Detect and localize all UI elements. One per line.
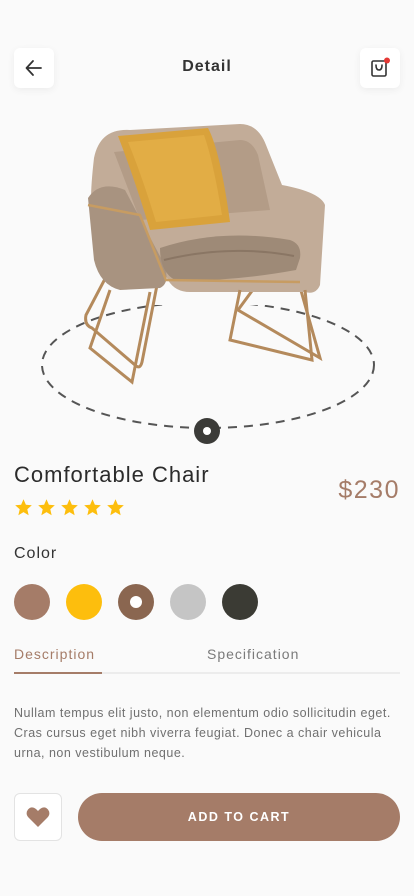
product-description: Nullam tempus elit justo, non elementum … — [14, 706, 391, 760]
top-bar: Detail — [0, 48, 414, 88]
color-swatches — [14, 584, 258, 620]
tab-description[interactable]: Description — [14, 646, 102, 674]
color-label: Color — [14, 545, 58, 562]
favorite-button[interactable] — [14, 793, 62, 841]
color-swatch[interactable] — [14, 584, 50, 620]
color-swatch[interactable] — [222, 584, 258, 620]
heart-icon — [26, 807, 50, 827]
chair-image — [84, 124, 325, 385]
cart-notification-dot — [384, 57, 390, 64]
star-icon — [84, 499, 101, 516]
rating-stars — [14, 498, 125, 517]
tab-bar: Description Specification — [14, 646, 400, 674]
page-title: Detail — [182, 58, 232, 75]
color-swatch[interactable] — [170, 584, 206, 620]
star-icon — [38, 499, 55, 516]
product-price: $230 — [338, 476, 400, 504]
shopping-bag-icon — [371, 57, 390, 77]
star-icon — [107, 499, 124, 516]
product-hero — [0, 100, 414, 450]
color-swatch[interactable] — [66, 584, 102, 620]
tab-specification[interactable]: Specification — [207, 646, 299, 670]
cart-button[interactable] — [360, 48, 400, 88]
color-swatch[interactable] — [118, 584, 154, 620]
add-to-cart-button[interactable]: ADD TO CART — [78, 793, 400, 841]
star-icon — [61, 499, 78, 516]
star-icon — [15, 499, 32, 516]
rotate-handle[interactable] — [194, 418, 220, 444]
product-name: Comfortable Chair — [14, 462, 210, 487]
